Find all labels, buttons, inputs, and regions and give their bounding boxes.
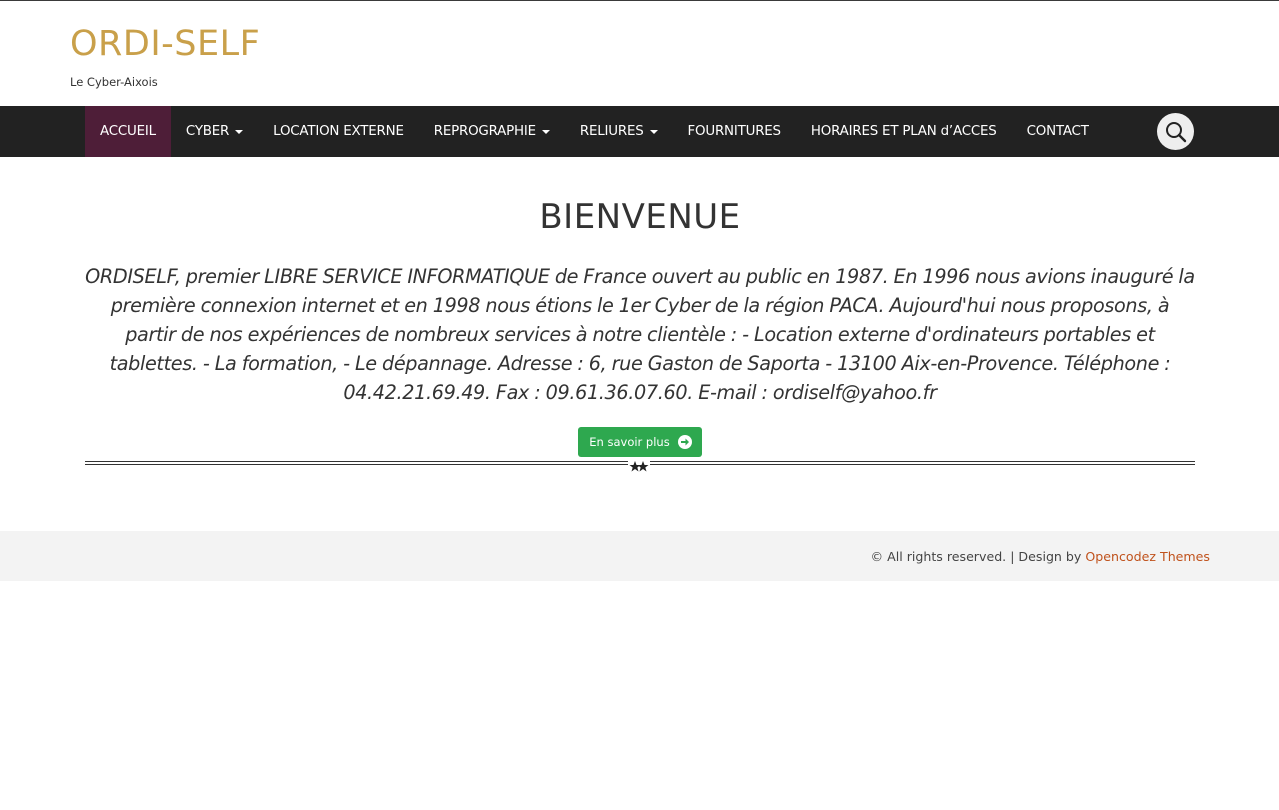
star-ornament-icon xyxy=(628,460,650,472)
caret-down-icon xyxy=(649,129,658,134)
welcome-text: ORDISELF, premier LIBRE SERVICE INFORMAT… xyxy=(85,264,1195,404)
nav-item-location-externe[interactable]: LOCATION EXTERNE xyxy=(258,106,419,157)
nav-item-reprographie[interactable]: REPROGRAPHIE xyxy=(419,106,565,157)
caret-down-icon xyxy=(235,129,244,134)
site-tagline: Le Cyber-Aixois xyxy=(70,75,158,89)
search-button[interactable] xyxy=(1157,113,1194,150)
copyright-text: © All rights reserved. | Design by xyxy=(870,549,1086,564)
site-title[interactable]: ORDI-SELF xyxy=(70,22,260,66)
footer-credits: © All rights reserved. | Design by Openc… xyxy=(870,549,1210,564)
nav-item-label: FOURNITURES xyxy=(687,124,782,139)
nav-item-horaires[interactable]: HORAIRES ET PLAN d’ACCES xyxy=(796,106,1012,157)
cta-wrapper: En savoir plus xyxy=(85,426,1195,457)
nav-item-cyber[interactable]: CYBER xyxy=(171,106,258,157)
nav-item-label: LOCATION EXTERNE xyxy=(273,124,404,139)
welcome-title: BIENVENUE xyxy=(539,197,741,237)
designer-link[interactable]: Opencodez Themes xyxy=(1085,549,1210,564)
nav-item-accueil[interactable]: ACCUEIL xyxy=(85,106,171,157)
nav-menu: ACCUEIL CYBER LOCATION EXTERNE REPROGRAP… xyxy=(85,106,1104,157)
nav-item-label: REPROGRAPHIE xyxy=(433,124,536,139)
welcome-section: BIENVENUE ORDISELF, premier LIBRE SERVIC… xyxy=(85,157,1195,457)
learn-more-button[interactable]: En savoir plus xyxy=(578,426,702,457)
arrow-right-icon xyxy=(677,434,692,449)
search-icon xyxy=(1165,121,1186,142)
section-divider xyxy=(85,460,1195,472)
nav-item-label: RELIURES xyxy=(579,124,644,139)
nav-item-contact[interactable]: CONTACT xyxy=(1012,106,1104,157)
caret-down-icon xyxy=(541,129,550,134)
nav-item-label: CONTACT xyxy=(1026,124,1089,139)
site-footer: © All rights reserved. | Design by Openc… xyxy=(0,531,1279,581)
learn-more-label: En savoir plus xyxy=(589,434,670,449)
site-header: ORDI-SELF Le Cyber-Aixois xyxy=(0,1,1279,106)
nav-item-label: CYBER xyxy=(185,124,230,139)
nav-item-label: HORAIRES ET PLAN d’ACCES xyxy=(810,124,997,139)
nav-item-reliures[interactable]: RELIURES xyxy=(565,106,673,157)
nav-item-fournitures[interactable]: FOURNITURES xyxy=(673,106,796,157)
main-navbar: ACCUEIL CYBER LOCATION EXTERNE REPROGRAP… xyxy=(0,106,1279,157)
nav-item-label: ACCUEIL xyxy=(100,124,156,139)
page: ORDI-SELF Le Cyber-Aixois ACCUEIL CYBER … xyxy=(0,0,1279,810)
